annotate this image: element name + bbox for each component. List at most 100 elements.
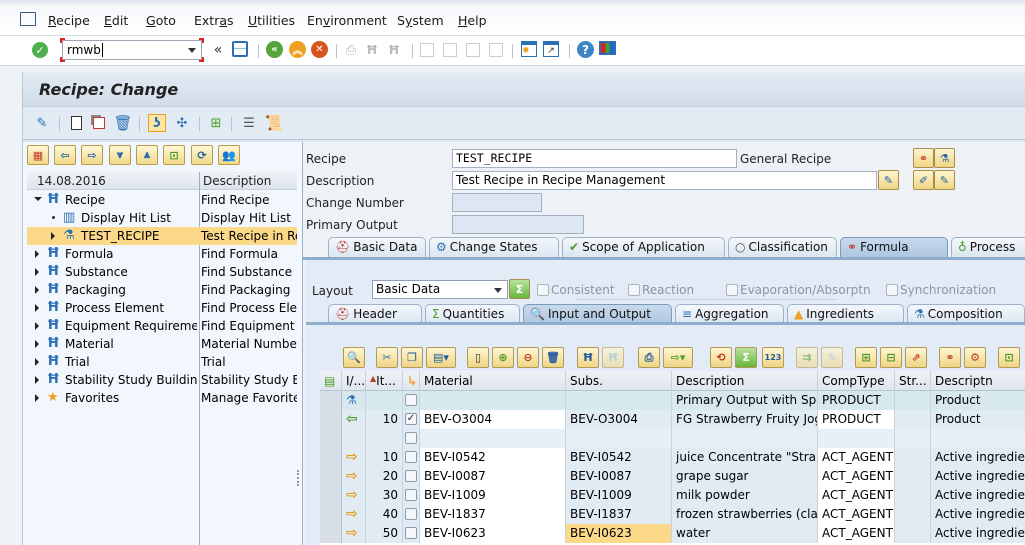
save-icon[interactable]: [232, 41, 248, 57]
users-icon[interactable]: 👥: [218, 145, 240, 165]
help-icon[interactable]: ?: [577, 41, 594, 58]
select-all-icon[interactable]: ▤: [320, 371, 342, 391]
cell-subs[interactable]: BEV-I1837: [566, 505, 672, 524]
recipe-field[interactable]: TEST_RECIPE: [452, 149, 737, 168]
create-icon[interactable]: [67, 114, 85, 132]
user-settings-icon[interactable]: ⊡: [163, 145, 185, 165]
trash-icon[interactable]: 🗑: [542, 347, 564, 368]
cell-str[interactable]: [895, 410, 931, 429]
cell-description[interactable]: grape sugar: [672, 467, 818, 486]
cell-material[interactable]: BEV-I1837: [420, 505, 566, 524]
refresh-icon[interactable]: ⟳: [191, 145, 213, 165]
explosion-icon[interactable]: ⟲: [710, 347, 732, 368]
find-icon[interactable]: Ħ: [577, 347, 599, 368]
edit-text-icon[interactable]: ✎: [934, 170, 955, 190]
chevron-down-icon[interactable]: [188, 48, 196, 53]
cell-description[interactable]: water: [672, 524, 818, 543]
pane-splitter[interactable]: [297, 470, 300, 486]
settings-icon[interactable]: ⚙: [964, 347, 986, 368]
tab-input-and-output[interactable]: 🔍 Input and Output: [523, 304, 672, 324]
menu-environment[interactable]: Environment: [307, 13, 387, 28]
row-checkbox[interactable]: [405, 394, 417, 406]
hierarchy-icon[interactable]: ✣: [173, 114, 191, 132]
col-material[interactable]: Material: [420, 371, 566, 391]
delete-row-icon[interactable]: ⊖: [517, 347, 539, 368]
cell-descriptn[interactable]: Product: [931, 410, 1025, 429]
chevron-down-icon[interactable]: [494, 288, 502, 293]
table-row[interactable]: ⇨ 20 BEV-I0087 BEV-I0087 grape sugar ACT_AGEN…: [320, 467, 1025, 486]
details-icon[interactable]: 🔍: [343, 347, 365, 368]
cell-comptype[interactable]: ACT_AGENT: [818, 448, 895, 467]
expand-all-icon[interactable]: ⩔: [109, 145, 131, 165]
menu-recipe[interactable]: Recipe: [48, 13, 90, 28]
cell-descriptn[interactable]: [931, 429, 1025, 448]
cell-subs[interactable]: BEV-I0087: [566, 467, 672, 486]
tab-ingredients[interactable]: ▲ Ingredients: [787, 304, 904, 324]
cell-description[interactable]: frozen strawberries (clas...: [672, 505, 818, 524]
change-number-field[interactable]: [452, 193, 542, 212]
formula-icon[interactable]: ⚭: [939, 347, 961, 368]
tree-node[interactable]: ▥ Display Hit List Display Hit List: [27, 209, 297, 227]
tree-node[interactable]: Ħ Stability Study Building Stability Study…: [27, 371, 297, 389]
collapse-command-icon[interactable]: «: [212, 42, 224, 58]
menu-system[interactable]: System: [397, 13, 444, 28]
row-selector[interactable]: [320, 524, 342, 543]
calendar-icon[interactable]: ▦: [27, 145, 49, 165]
cell-descriptn[interactable]: Active ingredient: [931, 505, 1025, 524]
col-flag[interactable]: ↳: [403, 371, 420, 391]
row-selector[interactable]: [320, 505, 342, 524]
cell-description[interactable]: juice Concentrate "Stra...: [672, 448, 818, 467]
row-checkbox[interactable]: [405, 489, 417, 501]
col-io[interactable]: I/...: [342, 371, 366, 391]
recipe-icon[interactable]: ⚗: [934, 148, 955, 168]
copy-icon[interactable]: [90, 114, 108, 132]
row-checkbox[interactable]: [405, 470, 417, 482]
document-edit-icon[interactable]: ✐: [913, 170, 934, 190]
table-row[interactable]: ⇨ 50 BEV-I0623 BEV-I0623 water ACT_AGENT Activ…: [320, 524, 1025, 543]
expander-right-icon[interactable]: [35, 358, 39, 366]
export-icon[interactable]: ⇨▾: [663, 347, 693, 368]
expander-right-icon[interactable]: [35, 394, 39, 402]
scroll-icon[interactable]: 📜: [265, 114, 284, 132]
long-text-edit-icon[interactable]: ✎: [878, 170, 899, 190]
cell-comptype[interactable]: ACT_AGENT: [818, 486, 895, 505]
cell-material[interactable]: BEV-I0542: [420, 448, 566, 467]
sigma-icon[interactable]: Σ: [509, 279, 530, 299]
row-selector[interactable]: [320, 410, 342, 429]
collapse-icon[interactable]: ⊟: [880, 347, 902, 368]
menu-help[interactable]: Help: [458, 13, 487, 28]
expander-right-icon[interactable]: [35, 376, 39, 384]
cell-material[interactable]: [420, 391, 566, 410]
tab-composition[interactable]: ⚗ Composition: [907, 304, 1025, 324]
tab-aggregation[interactable]: ≡ Aggregation: [675, 304, 784, 324]
menu-utilities[interactable]: Utilities: [248, 13, 295, 28]
expander-down-icon[interactable]: [34, 197, 42, 201]
cell-descriptn[interactable]: Active ingredient: [931, 524, 1025, 543]
cell-str[interactable]: [895, 391, 931, 410]
tree-node[interactable]: ★ Favorites Manage Favorites: [27, 389, 297, 407]
navigate-icon[interactable]: ⇗: [905, 347, 927, 368]
cell-str[interactable]: [895, 467, 931, 486]
tab-basic-data[interactable]: ⛑ Basic Data: [328, 237, 426, 257]
sum-icon[interactable]: Σ: [735, 347, 757, 368]
col-subs[interactable]: Subs.: [566, 371, 672, 391]
list-icon[interactable]: ☰: [240, 114, 258, 132]
row-checkbox[interactable]: [405, 432, 417, 444]
insert-row-icon[interactable]: ⊕: [492, 347, 514, 368]
create-session-icon[interactable]: ✹: [521, 41, 537, 57]
tab-classification[interactable]: ○ Classification: [728, 237, 837, 257]
back-icon[interactable]: «: [266, 41, 283, 58]
tree-node[interactable]: Ħ Trial Trial: [27, 353, 297, 371]
cell-subs[interactable]: BEV-I0542: [566, 448, 672, 467]
table-row[interactable]: ⇨ 30 BEV-I1009 BEV-I1009 milk powder ACT_AGEN…: [320, 486, 1025, 505]
cell-material[interactable]: BEV-I0623: [420, 524, 566, 543]
checkbox-synchronization[interactable]: [886, 284, 898, 296]
menu-icon[interactable]: [20, 12, 36, 26]
more-icon[interactable]: ⊡: [998, 347, 1020, 368]
cell-str[interactable]: [895, 524, 931, 543]
tab-process[interactable]: ♁ Process: [951, 237, 1025, 257]
cell-comptype[interactable]: PRODUCT: [818, 391, 895, 410]
row-checkbox[interactable]: [405, 451, 417, 463]
tree-node[interactable]: Ħ Recipe Find Recipe: [27, 191, 297, 209]
cell-description[interactable]: Primary Output with Sp...: [672, 391, 818, 410]
